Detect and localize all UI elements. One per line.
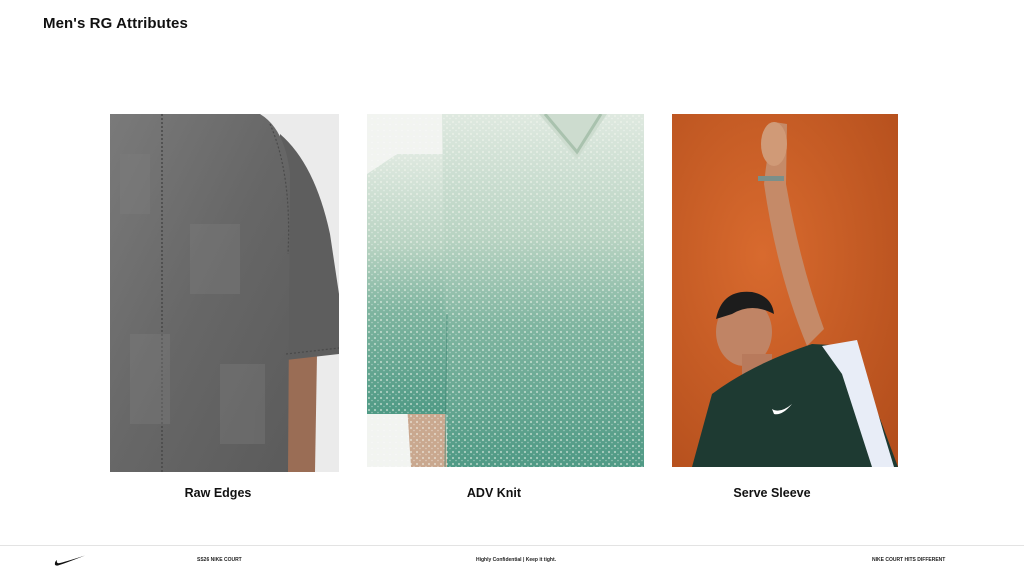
grey-tee-illustration [110,114,339,472]
nike-swoosh-icon [54,555,85,566]
footer-confidential-label: Highly Confidential | Keep it tight. [476,557,557,563]
knit-shirt-illustration [367,114,644,467]
adv-knit-image [367,114,644,467]
footer-tagline: NIKE COURT HITS DIFFERENT [872,557,946,563]
raw-edges-image [110,114,339,472]
footer-divider [0,545,1024,546]
serve-sleeve-image [672,114,898,467]
slide-title: Men's RG Attributes [43,15,188,32]
card-caption-serve-sleeve: Serve Sleeve [733,486,811,500]
slide: Men's RG Attributes Raw Edges ADV Knit S… [0,0,1024,576]
card-caption-adv-knit: ADV Knit [466,486,522,500]
card-caption-raw-edges: Raw Edges [184,486,252,500]
footer-season-label: SS26 NIKE COURT [197,557,242,563]
tennis-serve-illustration [672,114,898,467]
